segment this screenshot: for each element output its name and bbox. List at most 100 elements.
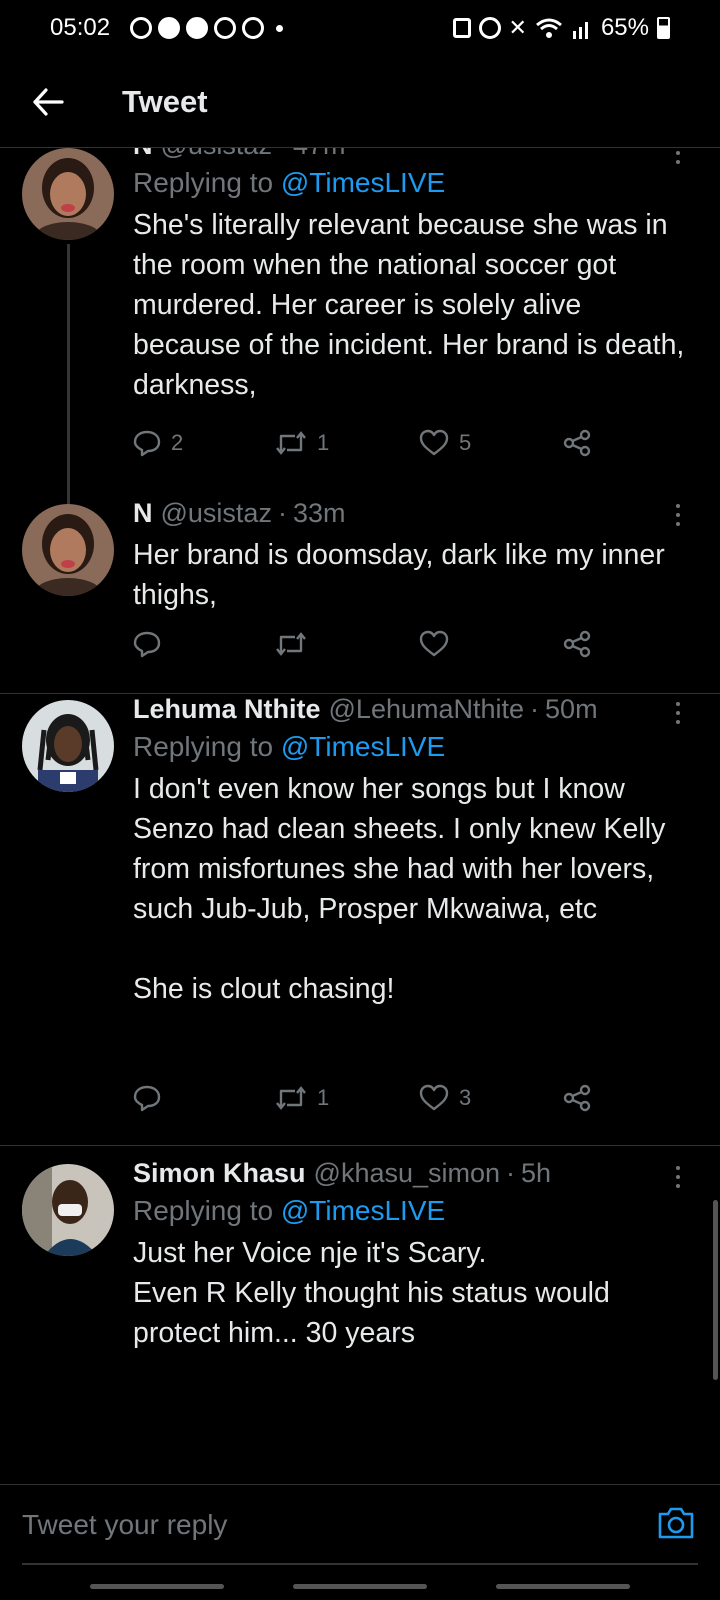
author-name[interactable]: N [133,148,153,161]
share-icon [563,630,591,658]
tweet-time: 47m [293,148,346,161]
mention-link[interactable]: @TimesLIVE [281,731,445,762]
more-options-button[interactable] [666,148,690,164]
share-icon [563,1084,591,1112]
tweet-time: 5h [521,1158,552,1188]
author-handle: @khasu_simon [313,1158,501,1188]
top-app-bar: Tweet [0,56,720,148]
like-count: 5 [459,430,472,455]
system-nav-bar [0,1566,720,1600]
tweet-body: N @usistaz · 33m Her brand is doomsday, … [133,498,694,615]
more-options-button[interactable] [666,504,690,526]
like-button[interactable] [419,630,459,658]
replying-to: Replying to @TimesLIVE [133,1195,694,1227]
like-button[interactable]: 3 [419,1084,471,1112]
retweet-button[interactable]: 1 [275,1085,329,1111]
heart-icon [419,630,449,657]
tweet-time: 33m [292,498,346,528]
author-handle: @LehumaNthite [328,694,525,724]
tweet-actions [133,624,603,664]
tweet-body: Lehuma Nthite @LehumaNthite · 50m Replyi… [133,694,694,1009]
retweet-count: 1 [317,1085,330,1110]
battery-icon [657,17,670,39]
like-button[interactable]: 5 [419,429,471,457]
tweet-actions: 2 1 5 [133,423,603,463]
meta-separator: · [530,694,540,724]
author-name[interactable]: Lehuma Nthite [133,694,321,725]
more-icon [666,504,690,526]
replying-to: Replying to @TimesLIVE [133,731,694,763]
share-button[interactable] [563,630,591,658]
tweet-text: She's literally relevant because she was… [133,209,693,401]
sync-icon [242,17,265,39]
notification-icon [186,17,209,39]
reply-underline [22,1563,698,1565]
thread-line [67,244,70,504]
reply-button[interactable]: 2 [133,429,183,457]
tweet-meta: Simon Khasu @khasu_simon · 5h [133,1158,694,1189]
reply-button[interactable] [133,1084,171,1112]
back-nav-button[interactable] [496,1584,630,1589]
share-button[interactable] [563,429,591,457]
camera-icon [658,1507,694,1539]
camera-button[interactable] [656,1505,696,1545]
author-handle: @usistaz [160,498,272,528]
mention-link[interactable]: @TimesLIVE [281,167,445,198]
heart-icon [419,429,449,456]
status-time: 05:02 [50,14,111,41]
tweet-text: I don't even know her songs but I know S… [133,773,666,1005]
sync-icon [214,17,237,39]
reply-icon [133,430,161,457]
avatar[interactable] [22,700,114,792]
tweet-meta: N @usistaz · 47m [133,148,694,161]
tweet-time: 50m [545,694,598,724]
reply-feed[interactable]: N @usistaz · 47m Replying to @TimesLIVE … [0,148,720,1484]
retweet-icon [276,632,306,656]
share-button[interactable] [563,1084,591,1112]
share-icon [563,429,591,457]
retweet-button[interactable]: 1 [275,430,329,456]
more-options-button[interactable] [666,1166,690,1188]
reply-input[interactable]: Tweet your reply [22,1509,227,1541]
meta-separator: · [278,148,287,161]
avatar[interactable] [22,148,114,240]
signal-icon [572,22,588,39]
mention-link[interactable]: @TimesLIVE [281,1195,445,1226]
more-options-button[interactable] [666,702,690,724]
lock-icon [452,18,471,38]
reply-icon [133,1085,161,1112]
tweet-actions: 1 3 [133,1078,603,1118]
avatar[interactable] [22,1164,114,1256]
tweet-text: Her brand is doomsday, dark like my inne… [133,539,673,611]
battery-percent: 65% [600,14,649,41]
tweet-meta: N @usistaz · 33m [133,498,694,529]
more-icon [666,1166,690,1188]
meta-separator: · [277,498,287,528]
author-name[interactable]: Simon Khasu [133,1158,306,1189]
home-nav-button[interactable] [293,1584,427,1589]
retweet-button[interactable] [275,631,317,657]
replying-to-label: Replying to [133,167,274,198]
replying-to: Replying to @TimesLIVE [133,167,694,199]
reply-composer[interactable]: Tweet your reply [0,1484,720,1564]
notification-icon [158,17,181,39]
alarm-icon [478,17,501,39]
retweet-icon [276,431,306,455]
tweet-body: Simon Khasu @khasu_simon · 5h Replying t… [133,1158,694,1353]
reply-button[interactable] [133,630,171,658]
back-button[interactable] [20,74,76,130]
author-name[interactable]: N [133,498,153,529]
avatar[interactable] [22,504,114,596]
recents-nav-button[interactable] [90,1584,224,1589]
more-icon [666,148,690,164]
retweet-icon [276,1086,306,1110]
mute-icon: ✕ [508,15,527,40]
scrollbar[interactable] [713,1200,718,1380]
status-left: 05:02 [50,14,284,42]
replying-to-label: Replying to [133,731,274,762]
retweet-count: 1 [317,430,330,455]
replying-to-label: Replying to [133,1195,274,1226]
more-notifications-dot [276,24,284,32]
wifi-icon [535,18,562,38]
tweet-meta: Lehuma Nthite @LehumaNthite · 50m [133,694,694,725]
